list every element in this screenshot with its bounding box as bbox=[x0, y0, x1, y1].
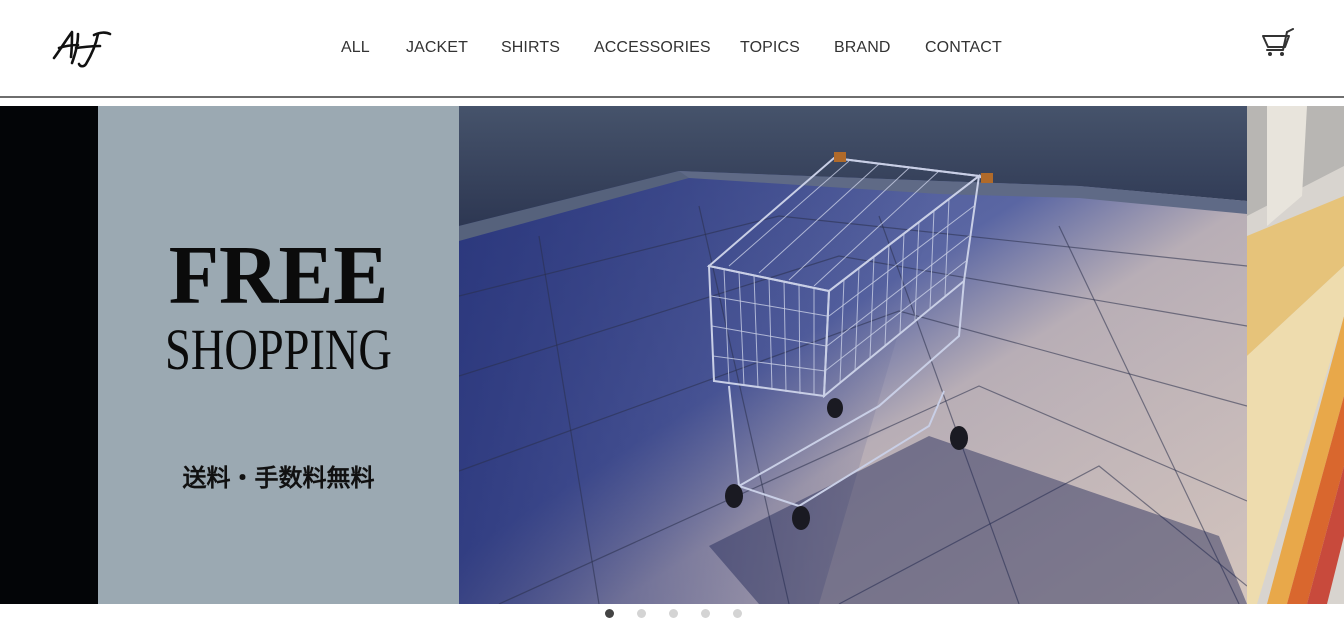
carousel-dot[interactable] bbox=[637, 609, 646, 618]
carousel-dot[interactable] bbox=[701, 609, 710, 618]
promo-subheadline: SHOPPING bbox=[165, 317, 392, 382]
main-nav: ALL JACKET SHIRTS ACCESSORIES TOPICS BRA… bbox=[0, 39, 1344, 59]
nav-item-jacket[interactable]: JACKET bbox=[406, 39, 468, 57]
carousel-dot[interactable] bbox=[605, 609, 614, 618]
shopping-cart-photo bbox=[459, 106, 1247, 604]
carousel-dot[interactable] bbox=[733, 609, 742, 618]
nav-item-brand[interactable]: BRAND bbox=[834, 39, 891, 57]
header-divider bbox=[0, 96, 1344, 98]
nav-item-shirts[interactable]: SHIRTS bbox=[501, 39, 560, 57]
promo-headline: FREE bbox=[168, 229, 389, 322]
slide-edge-strip bbox=[0, 106, 98, 604]
cart-icon[interactable] bbox=[1261, 28, 1295, 58]
nav-item-contact[interactable]: CONTACT bbox=[925, 39, 1002, 57]
carousel-dot[interactable] bbox=[669, 609, 678, 618]
nav-item-accessories[interactable]: ACCESSORIES bbox=[594, 39, 711, 57]
carousel-dots bbox=[605, 609, 745, 621]
nav-item-all[interactable]: ALL bbox=[341, 39, 370, 57]
nav-item-topics[interactable]: TOPICS bbox=[740, 39, 800, 57]
promo-panel: FREE SHOPPING 送料・手数料無料 bbox=[98, 106, 459, 604]
promo-tagline: 送料・手数料無料 bbox=[182, 463, 375, 492]
hero-slider[interactable]: FREE SHOPPING 送料・手数料無料 bbox=[0, 106, 1344, 604]
next-slide-preview bbox=[1247, 106, 1344, 604]
site-header: ALL JACKET SHIRTS ACCESSORIES TOPICS BRA… bbox=[0, 0, 1344, 96]
